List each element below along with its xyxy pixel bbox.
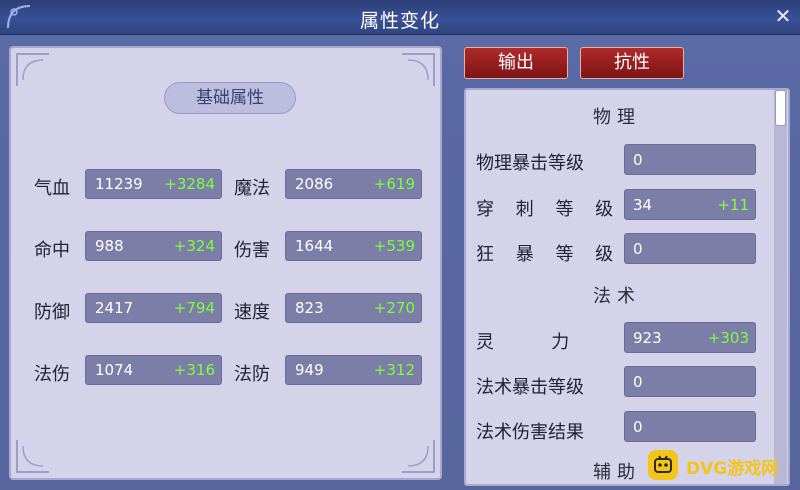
- res-value: 34: [633, 196, 653, 214]
- res-label-magic-damage-result: 法术伤害结果: [476, 422, 584, 443]
- attr-value: 823: [295, 299, 324, 317]
- attr-bonus: +619: [373, 175, 415, 193]
- attr-label-hit: 命中: [34, 240, 70, 261]
- attr-bonus: +3284: [164, 175, 215, 193]
- attr-bonus: +794: [173, 299, 215, 317]
- attr-bonus: +316: [173, 361, 215, 379]
- attr-value-box-speed: 823 +270: [285, 293, 422, 323]
- title-bar: 属性变化 ✕: [0, 0, 800, 35]
- attr-value: 2417: [95, 299, 134, 317]
- panel-corner-ornament-icon: [402, 53, 435, 86]
- close-icon: ✕: [774, 4, 792, 28]
- close-button[interactable]: ✕: [772, 5, 794, 27]
- res-label-berserk: 狂 暴 等 级: [476, 244, 622, 265]
- attr-label-mp: 魔法: [234, 178, 270, 199]
- attr-label-magic-defense: 法防: [234, 364, 270, 385]
- res-value-box-pierce: 34 +11: [624, 189, 756, 220]
- res-label-magic-crit: 法术暴击等级: [476, 377, 584, 398]
- attr-value-box-magic-defense: 949 +312: [285, 355, 422, 385]
- attr-value: 988: [95, 237, 124, 255]
- section-title-basic-attributes: 基础属性: [164, 82, 296, 114]
- attr-bonus: +324: [173, 237, 215, 255]
- res-value: 0: [633, 240, 643, 258]
- attr-value-box-magic-damage: 1074 +316: [85, 355, 222, 385]
- panel-corner-ornament-icon: [16, 53, 49, 86]
- attr-value-box-hp: 11239 +3284: [85, 169, 222, 199]
- res-value: 923: [633, 329, 662, 347]
- panel-corner-ornament-icon: [402, 440, 435, 473]
- res-bonus: +303: [707, 329, 749, 347]
- attr-value-box-damage: 1644 +539: [285, 231, 422, 261]
- attr-value: 11239: [95, 175, 143, 193]
- attr-value-box-hit: 988 +324: [85, 231, 222, 261]
- scrollbar[interactable]: [774, 90, 787, 484]
- window-title: 属性变化: [359, 10, 440, 32]
- res-value-box-magic-crit: 0: [624, 366, 756, 397]
- attr-value-box-mp: 2086 +619: [285, 169, 422, 199]
- attr-label-magic-damage: 法伤: [34, 364, 70, 385]
- res-value-box-physical-crit: 0: [624, 144, 756, 175]
- tab-resistance[interactable]: 抗性: [580, 47, 684, 79]
- attr-value-box-defense: 2417 +794: [85, 293, 222, 323]
- res-value: 0: [633, 373, 643, 391]
- tab-output[interactable]: 输出: [464, 47, 568, 79]
- attr-bonus: +312: [373, 361, 415, 379]
- attr-bonus: +270: [373, 299, 415, 317]
- attr-bonus: +539: [373, 237, 415, 255]
- attr-value: 1644: [295, 237, 334, 255]
- res-value-box-magic-damage-result: 0: [624, 411, 756, 442]
- watermark-logo-icon: [648, 450, 678, 480]
- attr-value: 949: [295, 361, 324, 379]
- category-heading-support: 辅助: [593, 462, 641, 483]
- res-value-box-berserk: 0: [624, 233, 756, 264]
- res-label-physical-crit: 物理暴击等级: [476, 153, 584, 174]
- watermark-text: DVG游戏网: [686, 459, 779, 479]
- category-heading-physical: 物理: [593, 107, 641, 128]
- res-value: 0: [633, 418, 643, 436]
- attribute-change-window: 属性变化 ✕ 基础属性 气血 11239 +3284 魔法 2086 +619: [0, 0, 800, 490]
- watermark: DVG游戏网: [640, 446, 800, 486]
- res-label-spirit: 灵 力: [476, 332, 570, 353]
- attr-label-defense: 防御: [34, 302, 70, 323]
- res-value: 0: [633, 151, 643, 169]
- panel-corner-ornament-icon: [16, 440, 49, 473]
- scrollbar-thumb[interactable]: [775, 90, 786, 126]
- attr-label-speed: 速度: [234, 302, 270, 323]
- attr-label-hp: 气血: [34, 178, 70, 199]
- attr-label-damage: 伤害: [234, 240, 270, 261]
- attr-value: 2086: [295, 175, 334, 193]
- res-bonus: +11: [717, 196, 749, 214]
- res-value-box-spirit: 923 +303: [624, 322, 756, 353]
- res-label-pierce: 穿 刺 等 级: [476, 199, 622, 220]
- category-heading-magic: 法术: [593, 286, 641, 307]
- attr-value: 1074: [95, 361, 134, 379]
